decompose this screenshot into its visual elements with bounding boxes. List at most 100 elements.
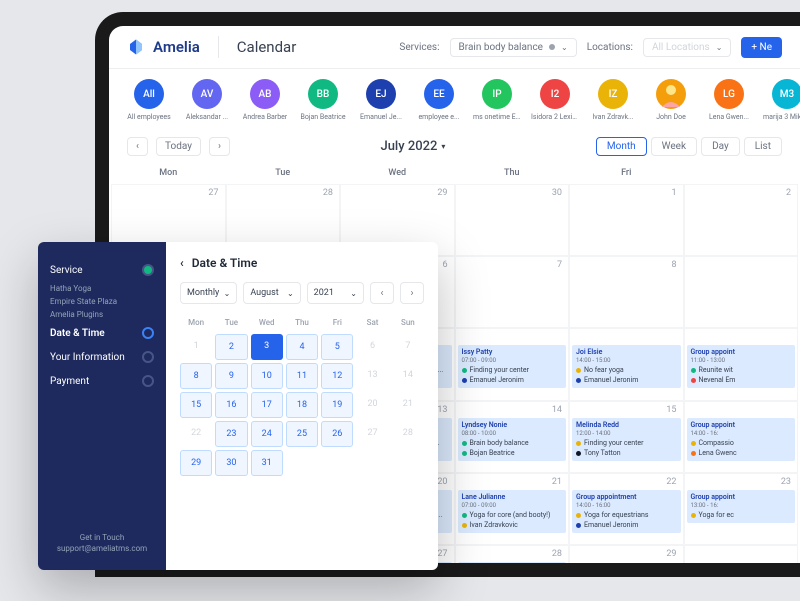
employee-filter-row: AllAll employees AVAleksandar ... ABAndrea… [109, 69, 800, 131]
cal-day-header: Thu [455, 162, 570, 184]
calendar-cell[interactable]: 14Lyndsey Nonie08:00 - 10:00Brain body b… [455, 401, 570, 473]
calendar-event[interactable]: Melinda Redd12:00 - 14:00Finding your ce… [572, 418, 681, 461]
widget-day[interactable]: 30 [215, 450, 247, 476]
services-dropdown[interactable]: Brain body balance⌄ [450, 38, 577, 57]
calendar-cell[interactable]: Group appoint14:00 - 16:CompassioLena Gw… [684, 401, 799, 473]
widget-day[interactable]: 16 [215, 392, 247, 418]
employee-avatar[interactable]: EEemployee e... [417, 79, 461, 121]
frequency-select[interactable]: Monthly⌄ [180, 282, 237, 304]
widget-day[interactable]: 11 [286, 363, 318, 389]
calendar-cell[interactable]: 23Group appoint13:00 - 16:Yoga for ec [684, 473, 799, 545]
cal-day-header: Wed [340, 162, 455, 184]
calendar-cell[interactable]: 28Group appointment17:00 - 18:00Reunite … [455, 545, 570, 577]
widget-day[interactable]: 3 [251, 334, 283, 360]
calendar-cell[interactable]: 1 [569, 184, 684, 256]
calendar-cell[interactable]: 7 [455, 256, 570, 328]
next-month-button[interactable]: › [400, 282, 424, 304]
calendar-cell[interactable]: Issy Patty07:00 - 09:00Finding your cent… [455, 328, 570, 401]
calendar-event[interactable]: Group appoint14:00 - 16:CompassioLena Gw… [687, 418, 796, 461]
prev-month-button[interactable]: ‹ [370, 282, 394, 304]
calendar-cell[interactable]: 30 [455, 184, 570, 256]
cal-day-header: Tue [226, 162, 341, 184]
view-month[interactable]: Month [596, 137, 647, 156]
locations-label: Locations: [587, 42, 633, 53]
widget-day[interactable]: 12 [321, 363, 353, 389]
widget-day[interactable]: 17 [251, 392, 283, 418]
employee-avatar[interactable]: ABAndrea Barber [243, 79, 287, 121]
widget-day [392, 450, 424, 476]
calendar-cell[interactable]: Group appoint11:00 - 13:00Reunite witNev… [684, 328, 799, 401]
widget-day[interactable]: 2 [215, 334, 247, 360]
view-week[interactable]: Week [651, 137, 697, 156]
employee-avatar[interactable]: AVAleksandar ... [185, 79, 229, 121]
chevron-down-icon: ⌄ [561, 43, 568, 52]
widget-day[interactable]: 10 [251, 363, 283, 389]
next-button[interactable]: › [209, 137, 230, 156]
step-date-&-time[interactable]: Date & Time [50, 321, 154, 345]
calendar-event[interactable]: Group appointment17:00 - 18:00Reunite wi… [458, 562, 567, 577]
widget-day-header: Tue [215, 314, 247, 331]
prev-button[interactable]: ‹ [127, 137, 148, 156]
calendar-event[interactable]: Group appointment14:00 - 16:00Yoga for e… [572, 490, 681, 533]
year-select[interactable]: 2021⌄ [307, 282, 364, 304]
employee-avatar[interactable]: BBBojan Beatrice [301, 79, 345, 121]
calendar-cell[interactable] [684, 256, 799, 328]
widget-day[interactable]: 19 [321, 392, 353, 418]
widget-day[interactable]: 4 [286, 334, 318, 360]
employee-avatar[interactable]: LGLena Gwen... [707, 79, 751, 121]
calendar-cell[interactable]: 2 [684, 184, 799, 256]
logo-icon [127, 38, 145, 56]
calendar-event[interactable]: Group appoint11:00 - 13:00Reunite witNev… [687, 345, 796, 388]
calendar-cell[interactable]: 29 [569, 545, 684, 577]
locations-dropdown[interactable]: All Locations⌄ [643, 38, 731, 57]
calendar-cell[interactable] [684, 545, 799, 577]
employee-avatar[interactable]: EJEmanuel Je... [359, 79, 403, 121]
widget-day[interactable]: 24 [251, 421, 283, 447]
calendar-cell[interactable]: 15Melinda Redd12:00 - 14:00Finding your … [569, 401, 684, 473]
new-button[interactable]: + Ne [741, 37, 782, 58]
view-day[interactable]: Day [701, 137, 740, 156]
step-service[interactable]: Service [50, 258, 154, 282]
calendar-cell[interactable]: Joi Elsie14:00 - 15:00No fear yogaEmanue… [569, 328, 684, 401]
employee-avatar[interactable]: AllAll employees [127, 79, 171, 121]
widget-day[interactable]: 15 [180, 392, 212, 418]
employee-avatar[interactable]: IPms onetime Emily Erne [475, 79, 519, 121]
calendar-event[interactable]: Joi Elsie14:00 - 15:00No fear yogaEmanue… [572, 345, 681, 388]
back-icon[interactable]: ‹ [180, 256, 184, 270]
widget-day-header: Thu [286, 314, 318, 331]
header: Amelia Calendar Services: Brain body bal… [109, 26, 800, 69]
widget-day[interactable]: 31 [251, 450, 283, 476]
calendar-event[interactable]: Group appoint13:00 - 16:Yoga for ec [687, 490, 796, 523]
app-name: Amelia [153, 38, 200, 56]
employee-avatar[interactable]: M3marija 3 Mike Sober [765, 79, 800, 121]
widget-day: 28 [392, 421, 424, 447]
calendar-cell[interactable]: 8 [569, 256, 684, 328]
widget-day[interactable]: 5 [321, 334, 353, 360]
step-your-information[interactable]: Your Information [50, 345, 154, 369]
logo: Amelia [127, 38, 200, 56]
employee-avatar[interactable]: I2Isidora 2 Lexie Erne [533, 79, 577, 121]
employee-avatar[interactable]: John Doe [649, 79, 693, 121]
widget-day[interactable]: 29 [180, 450, 212, 476]
current-month[interactable]: July 2022 ▾ [380, 139, 445, 154]
widget-day: 14 [392, 363, 424, 389]
widget-day[interactable]: 18 [286, 392, 318, 418]
widget-day[interactable]: 25 [286, 421, 318, 447]
cal-day-header: Mon [111, 162, 226, 184]
widget-day[interactable]: 9 [215, 363, 247, 389]
widget-day[interactable]: 23 [215, 421, 247, 447]
calendar-event[interactable]: Lyndsey Nonie08:00 - 10:00Brain body bal… [458, 418, 567, 461]
today-button[interactable]: Today [156, 137, 201, 156]
step-payment[interactable]: Payment [50, 369, 154, 393]
widget-day[interactable]: 8 [180, 363, 212, 389]
employee-avatar[interactable]: IZIvan Zdravk... [591, 79, 635, 121]
calendar-cell[interactable]: 22Group appointment14:00 - 16:00Yoga for… [569, 473, 684, 545]
calendar-cell[interactable]: 21Lane Julianne07:00 - 09:00Yoga for cor… [455, 473, 570, 545]
widget-day: 21 [392, 392, 424, 418]
widget-day[interactable]: 26 [321, 421, 353, 447]
widget-title: ‹ Date & Time [180, 256, 424, 270]
view-list[interactable]: List [744, 137, 782, 156]
calendar-event[interactable]: Lane Julianne07:00 - 09:00Yoga for core … [458, 490, 567, 533]
month-select[interactable]: August⌄ [243, 282, 300, 304]
calendar-event[interactable]: Issy Patty07:00 - 09:00Finding your cent… [458, 345, 567, 388]
